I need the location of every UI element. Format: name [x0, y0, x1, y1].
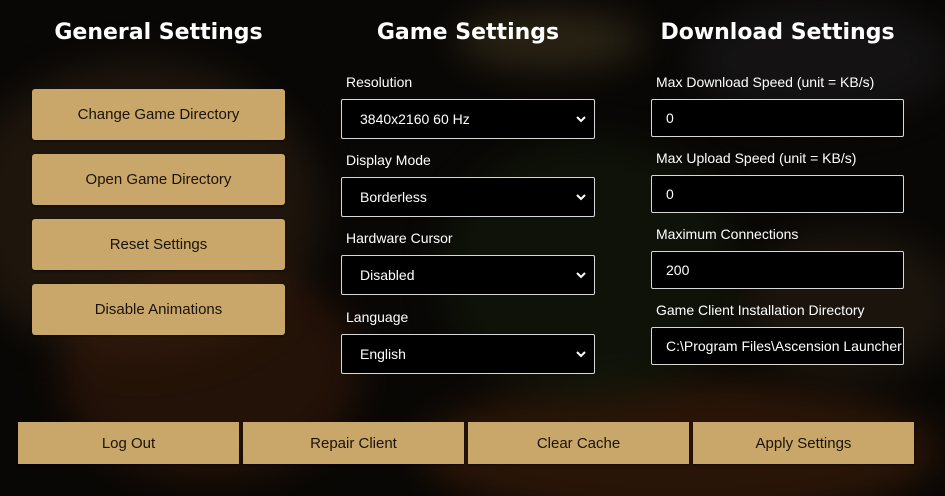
- language-select[interactable]: English: [341, 334, 595, 374]
- hardware-cursor-label: Hardware Cursor: [346, 230, 453, 246]
- download-settings-title: Download Settings: [660, 20, 895, 45]
- change-game-directory-button[interactable]: Change Game Directory: [32, 89, 285, 140]
- reset-settings-button[interactable]: Reset Settings: [32, 219, 285, 270]
- general-settings-title: General Settings: [54, 20, 263, 45]
- log-out-button[interactable]: Log Out: [18, 422, 239, 464]
- chevron-down-icon: [576, 194, 586, 201]
- chevron-down-icon: [576, 272, 586, 279]
- max-upload-speed-label: Max Upload Speed (unit = KB/s): [656, 150, 857, 166]
- hardware-cursor-select[interactable]: Disabled: [341, 255, 595, 295]
- repair-client-button[interactable]: Repair Client: [243, 422, 464, 464]
- resolution-value: 3840x2160 60 Hz: [360, 111, 470, 127]
- maximum-connections-label: Maximum Connections: [656, 226, 799, 242]
- clear-cache-button[interactable]: Clear Cache: [468, 422, 689, 464]
- install-directory-input[interactable]: C:\Program Files\Ascension Launcher: [651, 327, 904, 365]
- resolution-select[interactable]: 3840x2160 60 Hz: [341, 99, 595, 139]
- language-label: Language: [346, 309, 409, 325]
- apply-settings-button[interactable]: Apply Settings: [693, 422, 914, 464]
- max-upload-speed-input[interactable]: 0: [651, 175, 904, 213]
- install-directory-label: Game Client Installation Directory: [656, 302, 865, 318]
- game-settings-title: Game Settings: [376, 20, 560, 45]
- max-download-speed-label: Max Download Speed (unit = KB/s): [656, 74, 875, 90]
- language-value: English: [360, 346, 406, 362]
- chevron-down-icon: [576, 116, 586, 123]
- chevron-down-icon: [576, 351, 586, 358]
- hardware-cursor-value: Disabled: [360, 267, 415, 283]
- disable-animations-button[interactable]: Disable Animations: [32, 284, 285, 335]
- display-mode-select[interactable]: Borderless: [341, 177, 595, 217]
- open-game-directory-button[interactable]: Open Game Directory: [32, 154, 285, 205]
- maximum-connections-input[interactable]: 200: [651, 251, 904, 289]
- display-mode-value: Borderless: [360, 189, 427, 205]
- max-download-speed-input[interactable]: 0: [651, 99, 904, 137]
- resolution-label: Resolution: [346, 74, 413, 90]
- display-mode-label: Display Mode: [346, 152, 431, 168]
